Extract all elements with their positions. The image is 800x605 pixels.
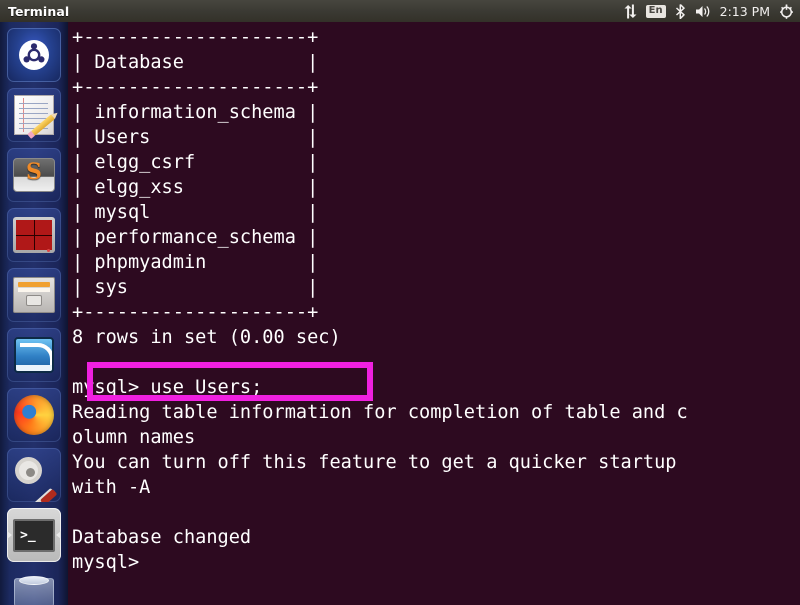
panel-indicator-group: En 2:13 PM <box>624 0 794 22</box>
keyboard-layout-indicator[interactable]: En <box>645 4 666 18</box>
launcher-item-ubuntu-dash-home[interactable] <box>7 28 61 82</box>
launcher-item-wireshark[interactable] <box>7 328 61 382</box>
file-cabinet-icon <box>13 277 55 313</box>
ubuntu-logo-icon <box>14 35 54 75</box>
terminal-prompt-icon: >_ <box>13 518 55 552</box>
launcher-item-sublime-text[interactable]: S <box>7 148 61 202</box>
launcher-item-seed-terminal[interactable] <box>7 208 61 262</box>
terminal-window[interactable]: +--------------------+ | Database | +---… <box>68 22 800 605</box>
notepad-pencil-icon <box>14 95 55 136</box>
clock[interactable]: 2:13 PM <box>720 4 770 19</box>
trash-bin-icon <box>14 576 54 605</box>
unity-launcher: S >_ <box>0 22 68 605</box>
terminal-output: +--------------------+ | Database | +---… <box>72 27 688 573</box>
launcher-item-system-settings[interactable] <box>7 448 61 502</box>
launcher-running-arrow-left-icon <box>7 531 12 539</box>
gear-power-icon[interactable] <box>779 3 794 19</box>
launcher-item-trash[interactable] <box>7 568 61 605</box>
volume-icon[interactable] <box>695 4 711 19</box>
launcher-item-firefox[interactable] <box>7 388 61 442</box>
bluetooth-icon[interactable] <box>675 3 686 19</box>
sublime-s-icon: S <box>13 158 55 192</box>
gear-wrench-icon <box>14 455 58 502</box>
top-panel: Terminal En 2:13 PM <box>0 0 800 22</box>
launcher-focused-arrow-right-icon <box>56 531 61 539</box>
launcher-item-terminal[interactable]: >_ <box>7 508 61 562</box>
launcher-item-text-editor[interactable] <box>7 88 61 142</box>
red-terminal-icon <box>13 217 55 253</box>
firefox-icon <box>14 395 54 435</box>
wireshark-fin-icon <box>14 337 54 373</box>
launcher-item-file-manager[interactable] <box>7 268 61 322</box>
window-title: Terminal <box>8 3 70 19</box>
network-updown-icon[interactable] <box>624 4 637 19</box>
